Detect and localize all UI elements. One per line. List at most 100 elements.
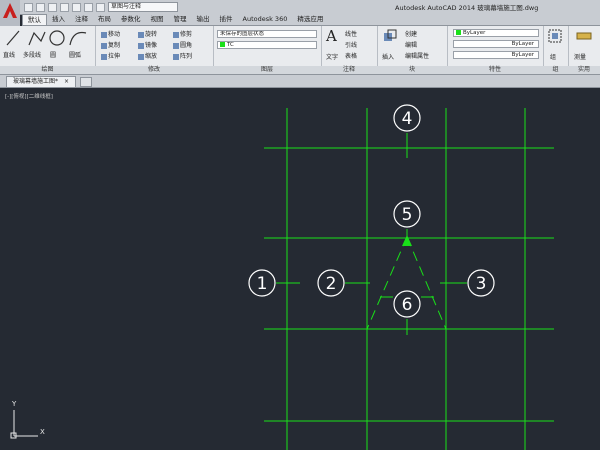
new-file-icon[interactable] [24, 2, 33, 12]
linear-dim-button[interactable]: 线性 [345, 29, 357, 38]
document-tab-label: 玻璃幕墙施工图* [13, 78, 59, 85]
ucs-y-label: Y [11, 400, 17, 408]
marker-2[interactable]: 2 [326, 274, 337, 294]
copy-button[interactable]: 复制 [101, 40, 120, 49]
scale-button[interactable]: 缩放 [138, 51, 157, 60]
panel-title-annotation: 注释 [321, 66, 377, 74]
drawing-canvas[interactable]: 1 2 3 4 5 6 Y X [0, 88, 600, 450]
layer-dropdown[interactable]: TC [217, 41, 317, 49]
panel-title-groups: 组 [543, 66, 568, 74]
panel-title-modify: 修改 [95, 66, 213, 74]
tab-manage[interactable]: 管理 [169, 14, 192, 25]
tab-view[interactable]: 视图 [146, 14, 169, 25]
grid-lines [264, 108, 554, 450]
mirror-label: 镜像 [145, 42, 158, 49]
tab-layout[interactable]: 布局 [93, 14, 116, 25]
new-tab-button[interactable] [80, 77, 92, 87]
redo-icon[interactable] [96, 2, 105, 12]
group-icon [548, 29, 562, 43]
panel-title-utilities: 实用 [568, 66, 600, 74]
color-label: ByLayer [463, 30, 486, 36]
tab-annotate[interactable]: 注释 [70, 14, 93, 25]
tab-autodesk360[interactable]: Autodesk 360 [238, 14, 293, 25]
marker-5[interactable]: 5 [402, 205, 413, 225]
scale-label: 缩放 [145, 53, 158, 60]
arc-button[interactable]: 圆弧 [69, 50, 81, 59]
edit-block-button[interactable]: 编辑 [405, 40, 417, 49]
stretch-icon [101, 53, 107, 60]
fillet-label: 圆角 [180, 42, 193, 49]
app-menu-button[interactable] [0, 0, 20, 26]
stretch-button[interactable]: 拉伸 [101, 51, 120, 60]
tab-insert[interactable]: 插入 [47, 14, 70, 25]
layer-color-swatch [220, 42, 225, 47]
text-icon: A [326, 27, 337, 45]
array-button[interactable]: 阵列 [173, 51, 192, 60]
measure-icon [576, 32, 592, 40]
stretch-label: 拉伸 [108, 53, 121, 60]
marker-circles [248, 104, 495, 318]
insert-block-icon [384, 29, 397, 41]
marker-4[interactable]: 4 [402, 109, 413, 129]
lineweight-dropdown[interactable]: ByLayer [453, 51, 539, 59]
layer-state-dropdown[interactable]: 未保存的图层状态 [217, 30, 317, 38]
close-icon[interactable]: × [64, 78, 69, 85]
fillet-icon [173, 42, 179, 49]
rotate-label: 旋转 [145, 31, 158, 38]
measure-button[interactable]: 测量 [574, 52, 586, 61]
leader-button[interactable]: 引线 [345, 40, 357, 49]
tab-output[interactable]: 输出 [192, 14, 215, 25]
save-as-icon[interactable] [60, 2, 69, 12]
circle-button[interactable]: 圆 [50, 50, 56, 59]
trim-label: 修剪 [180, 31, 193, 38]
workspace-dropdown[interactable]: 草图与注释 [108, 2, 178, 12]
quick-access-toolbar: 草图与注释 [24, 1, 178, 13]
mirror-button[interactable]: 镜像 [138, 40, 157, 49]
marker-1[interactable]: 1 [257, 274, 268, 294]
text-button[interactable]: 文字 [326, 52, 338, 61]
undo-icon[interactable] [84, 2, 93, 12]
draw-icons [6, 30, 87, 46]
insert-block-button[interactable]: 插入 [382, 52, 394, 61]
polyline-button[interactable]: 多段线 [23, 50, 41, 59]
group-button[interactable]: 组 [550, 52, 556, 61]
rotate-button[interactable]: 旋转 [138, 29, 157, 38]
panel-title-block: 块 [377, 66, 447, 74]
panel-title-properties: 特性 [447, 66, 543, 74]
panel-properties: ByLayer ByLayer ByLayer 特性 [447, 26, 544, 74]
fillet-button[interactable]: 圆角 [173, 40, 192, 49]
color-swatch [456, 30, 461, 35]
marker-6[interactable]: 6 [402, 295, 413, 315]
autocad-logo-icon [3, 3, 17, 18]
move-label: 移动 [108, 31, 121, 38]
tab-featured-apps[interactable]: 精选应用 [292, 14, 328, 25]
ucs-x-label: X [40, 428, 45, 436]
table-button[interactable]: 表格 [345, 51, 357, 60]
scale-icon [138, 53, 144, 60]
move-button[interactable]: 移动 [101, 29, 120, 38]
move-icon [101, 31, 107, 38]
create-block-button[interactable]: 创建 [405, 29, 417, 38]
mirror-icon [138, 42, 144, 49]
panel-title-draw: 绘图 [0, 66, 95, 74]
open-file-icon[interactable] [36, 2, 45, 12]
marker-3[interactable]: 3 [476, 274, 487, 294]
window-title: Autodesk AutoCAD 2014 玻璃幕墙施工图.dwg [395, 4, 539, 12]
panel-groups: 组 组 [543, 26, 569, 74]
edit-attributes-button[interactable]: 编辑属性 [405, 51, 429, 60]
document-tab[interactable]: 玻璃幕墙施工图* × [6, 76, 76, 88]
tab-home[interactable]: 默认 [22, 14, 47, 25]
panel-modify: 移动 旋转 修剪 复制 镜像 圆角 拉伸 缩放 阵列 修改 [95, 26, 214, 74]
linetype-dropdown[interactable]: ByLayer [453, 40, 539, 48]
line-button[interactable]: 直线 [3, 50, 15, 59]
panel-annotation: A 文字 线性 引线 表格 注释 [321, 26, 378, 74]
copy-icon [101, 42, 107, 49]
save-icon[interactable] [48, 2, 57, 12]
layer-current-label: TC [227, 42, 234, 48]
tab-parametric[interactable]: 参数化 [116, 14, 146, 25]
panel-title-layers: 图层 [213, 66, 321, 74]
color-dropdown[interactable]: ByLayer [453, 29, 539, 37]
trim-button[interactable]: 修剪 [173, 29, 192, 38]
tab-plugins[interactable]: 插件 [215, 14, 238, 25]
print-icon[interactable] [72, 2, 81, 12]
